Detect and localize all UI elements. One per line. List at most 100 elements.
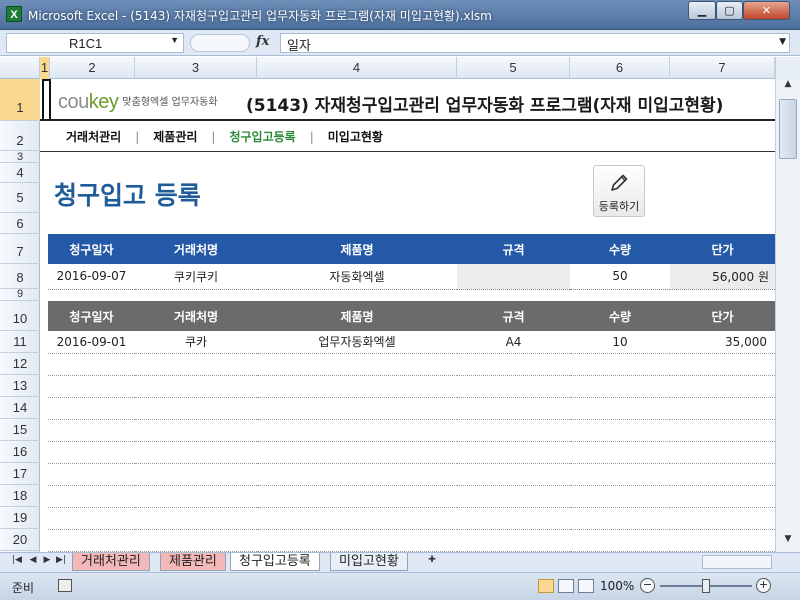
cell-unit-price[interactable]: 35,000 (670, 331, 775, 354)
next-sheet-icon[interactable]: ▶ (40, 555, 54, 565)
page-layout-view-icon[interactable] (558, 579, 574, 593)
empty-cell[interactable] (570, 397, 670, 420)
empty-cell[interactable] (135, 485, 257, 508)
empty-cell[interactable] (135, 463, 257, 486)
select-all-corner[interactable] (0, 57, 40, 79)
input-quantity[interactable]: 50 (570, 264, 670, 290)
empty-cell[interactable] (570, 507, 670, 530)
column-header-6[interactable]: 6 (570, 57, 670, 79)
empty-cell[interactable] (135, 529, 257, 552)
empty-cell[interactable] (257, 507, 457, 530)
insert-function-icon[interactable]: fx (256, 34, 269, 49)
zoom-level[interactable]: 100% (600, 579, 634, 593)
zoom-slider-thumb[interactable] (702, 579, 710, 593)
empty-cell[interactable] (257, 353, 457, 376)
sheet-tab-products[interactable]: 제품관리 (160, 553, 226, 571)
input-spec[interactable] (457, 264, 570, 290)
first-sheet-icon[interactable]: |◀ (10, 555, 24, 565)
row-header-2[interactable]: 2 (0, 121, 40, 151)
row-header-18[interactable]: 18 (0, 485, 40, 507)
row-header-1[interactable]: 1 (0, 79, 40, 121)
empty-cell[interactable] (135, 375, 257, 398)
empty-cell[interactable] (257, 529, 457, 552)
row-header-4[interactable]: 4 (0, 163, 40, 183)
empty-cell[interactable] (670, 507, 775, 530)
row-header-11[interactable]: 11 (0, 331, 40, 353)
row-header-16[interactable]: 16 (0, 441, 40, 463)
zoom-in-button[interactable]: + (756, 578, 771, 593)
empty-cell[interactable] (48, 397, 135, 420)
input-unit-price[interactable]: 56,000 원 (670, 264, 775, 290)
nav-item-vendors[interactable]: 거래처관리 (66, 130, 121, 144)
column-header-1[interactable]: 1 (40, 57, 50, 79)
empty-cell[interactable] (48, 529, 135, 552)
empty-cell[interactable] (670, 463, 775, 486)
empty-cell[interactable] (457, 529, 570, 552)
macro-record-icon[interactable] (58, 579, 72, 592)
empty-cell[interactable] (570, 419, 670, 442)
last-sheet-icon[interactable]: ▶| (54, 555, 68, 565)
split-box[interactable] (775, 57, 800, 79)
insert-sheet-icon[interactable]: ✚ (424, 555, 440, 565)
empty-cell[interactable] (670, 441, 775, 464)
horizontal-scrollbar[interactable] (702, 555, 772, 569)
row-header-17[interactable]: 17 (0, 463, 40, 485)
empty-cell[interactable] (457, 463, 570, 486)
empty-cell[interactable] (457, 419, 570, 442)
row-header-8[interactable]: 8 (0, 264, 40, 289)
sheet-tab-vendors[interactable]: 거래처관리 (72, 553, 150, 571)
empty-cell[interactable] (670, 529, 775, 552)
nav-item-not-received[interactable]: 미입고현황 (328, 130, 383, 144)
vertical-scroll-thumb[interactable] (779, 99, 797, 159)
empty-cell[interactable] (48, 441, 135, 464)
empty-cell[interactable] (257, 397, 457, 420)
empty-cell[interactable] (670, 353, 775, 376)
empty-cell[interactable] (48, 485, 135, 508)
nav-item-products[interactable]: 제품관리 (153, 130, 197, 144)
input-product[interactable]: 자동화엑셀 (257, 264, 457, 290)
row-header-15[interactable]: 15 (0, 419, 40, 441)
empty-cell[interactable] (257, 441, 457, 464)
prev-sheet-icon[interactable]: ◀ (26, 555, 40, 565)
empty-cell[interactable] (457, 441, 570, 464)
input-request-date[interactable]: 2016-09-07 (48, 264, 135, 290)
empty-cell[interactable] (135, 353, 257, 376)
empty-cell[interactable] (670, 397, 775, 420)
row-header-13[interactable]: 13 (0, 375, 40, 397)
empty-cell[interactable] (457, 353, 570, 376)
empty-cell[interactable] (670, 419, 775, 442)
row-header-3[interactable]: 3 (0, 151, 40, 163)
row-header-7[interactable]: 7 (0, 234, 40, 264)
formula-input[interactable]: 일자 ▼ (280, 33, 790, 54)
sheet-tab-request-receipt[interactable]: 청구입고등록 (230, 553, 320, 571)
chevron-down-icon[interactable]: ▼ (170, 35, 179, 45)
empty-cell[interactable] (570, 441, 670, 464)
empty-cell[interactable] (48, 507, 135, 530)
formula-bar-resize-handle[interactable] (190, 34, 250, 52)
empty-cell[interactable] (457, 485, 570, 508)
register-button[interactable]: 등록하기 (593, 165, 645, 217)
cell-quantity[interactable]: 10 (570, 331, 670, 354)
empty-cell[interactable] (48, 353, 135, 376)
column-header-5[interactable]: 5 (457, 57, 570, 79)
empty-cell[interactable] (135, 397, 257, 420)
minimize-button[interactable]: ▁ (688, 1, 716, 20)
empty-cell[interactable] (135, 441, 257, 464)
empty-cell[interactable] (570, 463, 670, 486)
empty-cell[interactable] (135, 507, 257, 530)
row-header-19[interactable]: 19 (0, 507, 40, 529)
name-box[interactable]: R1C1 ▼ (6, 33, 184, 53)
zoom-out-button[interactable]: − (640, 578, 655, 593)
empty-cell[interactable] (48, 375, 135, 398)
empty-cell[interactable] (457, 375, 570, 398)
cell-request-date[interactable]: 2016-09-01 (48, 331, 135, 354)
row-header-20[interactable]: 20 (0, 529, 40, 551)
empty-cell[interactable] (257, 485, 457, 508)
nav-item-request-receipt[interactable]: 청구입고등록 (229, 130, 295, 144)
row-header-12[interactable]: 12 (0, 353, 40, 375)
column-header-2[interactable]: 2 (50, 57, 135, 79)
empty-cell[interactable] (457, 507, 570, 530)
empty-cell[interactable] (570, 529, 670, 552)
column-header-7[interactable]: 7 (670, 57, 775, 79)
empty-cell[interactable] (48, 419, 135, 442)
